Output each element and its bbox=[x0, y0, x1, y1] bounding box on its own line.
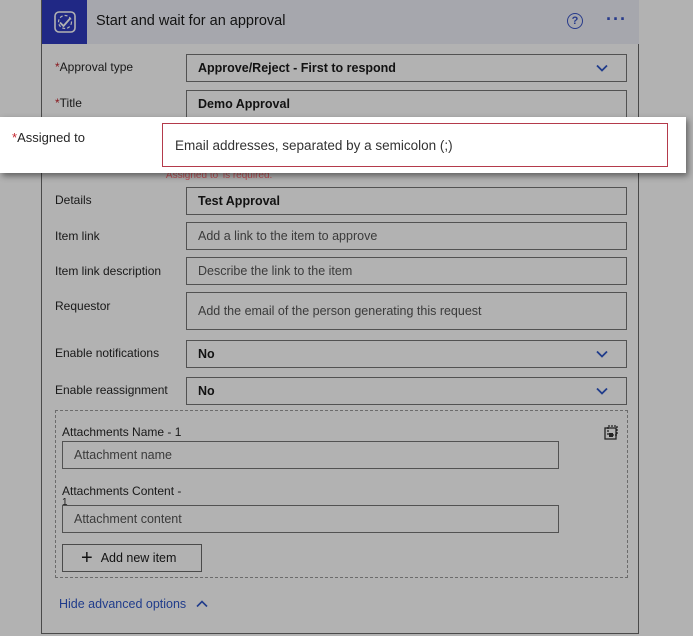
item-link-label: Item link bbox=[55, 229, 100, 243]
requestor-label: Requestor bbox=[55, 299, 111, 313]
enable-reassignment-dropdown[interactable]: No bbox=[186, 377, 627, 405]
title-label: *Title bbox=[55, 96, 82, 110]
approval-icon bbox=[42, 0, 87, 44]
chevron-down-icon bbox=[596, 64, 608, 72]
enable-reassignment-label: Enable reassignment bbox=[55, 383, 168, 397]
assigned-to-input[interactable]: Email addresses, separated by a semicolo… bbox=[162, 123, 668, 167]
card-title: Start and wait for an approval bbox=[96, 13, 286, 29]
plus-icon: + bbox=[81, 547, 93, 569]
assigned-to-popup: *Assigned to Email addresses, separated … bbox=[0, 117, 686, 173]
switch-input-mode-icon[interactable] bbox=[603, 425, 619, 441]
enable-notifications-label: Enable notifications bbox=[55, 346, 160, 360]
item-link-field[interactable]: Add a link to the item to approve bbox=[186, 222, 627, 250]
item-link-description-label: Item link description bbox=[55, 264, 162, 278]
enable-notifications-dropdown[interactable]: No bbox=[186, 340, 627, 368]
attachments-content-label: Attachments Content - bbox=[62, 484, 182, 498]
hide-advanced-label: Hide advanced options bbox=[59, 597, 187, 611]
ellipsis-icon[interactable]: ··· bbox=[606, 9, 627, 30]
chevron-down-icon bbox=[596, 387, 608, 395]
attachments-array: Attachments Name - 1 Attachment name Att… bbox=[55, 410, 628, 578]
approval-type-label: *Approval type bbox=[55, 60, 134, 74]
hide-advanced-options-link[interactable]: Hide advanced options bbox=[59, 597, 208, 611]
approval-type-dropdown[interactable]: Approve/Reject - First to respond bbox=[186, 54, 627, 82]
chevron-down-icon bbox=[596, 350, 608, 358]
details-label: Details bbox=[55, 193, 92, 207]
title-value: Demo Approval bbox=[198, 97, 290, 111]
enable-reassignment-value: No bbox=[198, 384, 215, 398]
enable-notifications-value: No bbox=[198, 347, 215, 361]
assigned-to-label: *Assigned to bbox=[12, 130, 85, 145]
attachment-name-field[interactable]: Attachment name bbox=[62, 441, 559, 469]
details-field[interactable]: Test Approval bbox=[186, 187, 627, 215]
details-value: Test Approval bbox=[198, 194, 280, 208]
requestor-field[interactable]: Add the email of the person generating t… bbox=[186, 292, 627, 330]
attachments-name-label: Attachments Name - 1 bbox=[62, 425, 182, 439]
item-link-description-field[interactable]: Describe the link to the item bbox=[186, 257, 627, 285]
chevron-up-icon bbox=[196, 600, 208, 608]
approval-type-value: Approve/Reject - First to respond bbox=[198, 61, 396, 75]
approval-action-card: Start and wait for an approval ? ··· *Ap… bbox=[41, 0, 639, 634]
title-field[interactable]: Demo Approval bbox=[186, 90, 627, 118]
attachment-content-field[interactable]: Attachment content bbox=[62, 505, 559, 533]
add-new-item-label: Add new item bbox=[100, 551, 177, 565]
card-header[interactable]: Start and wait for an approval ? ··· bbox=[42, 0, 639, 44]
question-circle-icon[interactable]: ? bbox=[567, 13, 583, 29]
add-new-item-button[interactable]: + Add new item bbox=[62, 544, 202, 572]
